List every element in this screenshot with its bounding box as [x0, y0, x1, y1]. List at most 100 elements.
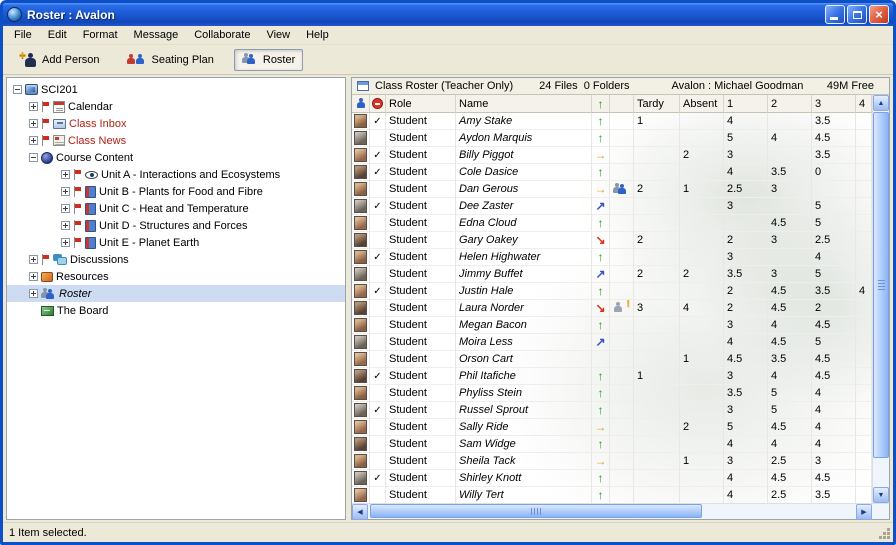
absent-cell [680, 436, 724, 453]
roster-row[interactable]: StudentMoira Less↗44.55 [352, 334, 872, 351]
vertical-scroll-thumb[interactable] [873, 112, 889, 458]
toolbar-button-label: Add Person [42, 54, 99, 66]
tree-item-unit-d-structures-and-forces[interactable]: Unit D - Structures and Forces [7, 217, 345, 234]
tree-expander[interactable] [61, 238, 70, 247]
tree-expander[interactable] [29, 255, 38, 264]
minimize-button[interactable] [825, 5, 845, 24]
tree-item-calendar[interactable]: Calendar [7, 98, 345, 115]
name-column-header[interactable]: Name [456, 95, 592, 113]
absent-cell: 2 [680, 147, 724, 164]
tree-expander[interactable] [61, 170, 70, 179]
roster-row[interactable]: StudentPhyliss Stein↑3.554 [352, 385, 872, 402]
tree-expander[interactable] [61, 204, 70, 213]
roster-row[interactable]: StudentAydon Marquis↑544.5 [352, 130, 872, 147]
roster-row[interactable]: StudentSam Widge↑444 [352, 436, 872, 453]
absent-column-header[interactable]: Absent [680, 95, 724, 113]
tree-expander[interactable] [61, 187, 70, 196]
horizontal-scroll-thumb[interactable] [370, 504, 702, 518]
assignment-1-column-header[interactable]: 1 [724, 95, 768, 113]
menu-edit[interactable]: Edit [40, 27, 75, 43]
assignment-4-column-header[interactable]: 4 [856, 95, 872, 113]
scroll-down-button[interactable]: ▼ [873, 487, 889, 503]
tree-expander[interactable] [29, 153, 38, 162]
horizontal-scrollbar[interactable]: ◀ ▶ [352, 503, 889, 519]
tree-expander[interactable] [29, 136, 38, 145]
scroll-up-button[interactable]: ▲ [873, 95, 889, 111]
tree-item-discussions[interactable]: Discussions [7, 251, 345, 268]
menu-file[interactable]: File [6, 27, 40, 43]
tree-item-label: Unit D - Structures and Forces [99, 220, 248, 232]
tree-item-class-inbox[interactable]: Class Inbox [7, 115, 345, 132]
roster-row[interactable]: ✓StudentDee Zaster↗35 [352, 198, 872, 215]
maximize-button[interactable] [847, 5, 867, 24]
assignment-3-column-header[interactable]: 3 [812, 95, 856, 113]
tree-item-sci201[interactable]: SCI201 [7, 81, 345, 98]
close-button[interactable]: × [869, 5, 889, 24]
roster-row[interactable]: ✓StudentRussel Sprout↑354 [352, 402, 872, 419]
tree-item-unit-a-interactions-and-ecosystems[interactable]: Unit A - Interactions and Ecosystems [7, 166, 345, 183]
grade-4-cell [856, 317, 872, 334]
roster-row[interactable]: ✓StudentPhil Itafiche↑1344.5 [352, 368, 872, 385]
roster-row[interactable]: ✓StudentBilly Piggot→233.5 [352, 147, 872, 164]
horizontal-scroll-track[interactable] [368, 504, 856, 519]
tree-item-class-news[interactable]: Class News [7, 132, 345, 149]
tardy-cell [634, 385, 680, 402]
role-column-header[interactable]: Role [386, 95, 456, 113]
menu-collaborate[interactable]: Collaborate [186, 27, 258, 43]
tree-item-unit-e-planet-earth[interactable]: Unit E - Planet Earth [7, 234, 345, 251]
roster-row[interactable]: ✓StudentHelen Highwater↑34 [352, 249, 872, 266]
menu-message[interactable]: Message [126, 27, 187, 43]
tree-expander[interactable] [29, 119, 38, 128]
tree-item-unit-b-plants-for-food-and-fibre[interactable]: Unit B - Plants for Food and Fibre [7, 183, 345, 200]
student-photo [354, 199, 367, 213]
roster-row[interactable]: ✓StudentCole Dasice↑43.50 [352, 164, 872, 181]
restricted-column-header[interactable] [370, 95, 386, 113]
tree-item-resources[interactable]: Resources [7, 268, 345, 285]
tree-item-roster[interactable]: Roster [7, 285, 345, 302]
tree-item-label: Unit E - Planet Earth [99, 237, 199, 249]
roster-row[interactable]: ✓StudentShirley Knott↑44.54.5 [352, 470, 872, 487]
roster-button[interactable]: Roster [234, 49, 303, 71]
roster-row[interactable]: StudentSheila Tack→132.53 [352, 453, 872, 470]
resize-grip[interactable] [878, 527, 890, 539]
attendance-check: ✓ [370, 402, 386, 419]
assignment-2-column-header[interactable]: 2 [768, 95, 812, 113]
roster-row[interactable]: ✓StudentJustin Hale↑24.53.54 [352, 283, 872, 300]
roster-row[interactable]: StudentOrson Cart14.53.54.5 [352, 351, 872, 368]
seating-plan-button[interactable]: Seating Plan [119, 49, 221, 71]
alert-column-header[interactable] [610, 95, 634, 113]
tree-item-unit-c-heat-and-temperature[interactable]: Unit C - Heat and Temperature [7, 200, 345, 217]
roster-row[interactable]: ✓StudentAmy Stake↑143.5 [352, 113, 872, 130]
tardy-column-header[interactable]: Tardy [634, 95, 680, 113]
tardy-cell [634, 198, 680, 215]
tree-item-course-content[interactable]: Course Content [7, 149, 345, 166]
tree-expander[interactable] [29, 102, 38, 111]
scroll-left-button[interactable]: ◀ [352, 504, 368, 520]
scroll-right-button[interactable]: ▶ [856, 504, 872, 520]
resources-icon [41, 272, 53, 282]
roster-row[interactable]: StudentEdna Cloud↑4.55 [352, 215, 872, 232]
tree-expander[interactable] [29, 289, 38, 298]
roster-row[interactable]: StudentLaura Norder↘!3424.52 [352, 300, 872, 317]
roster-row[interactable]: StudentSally Ride→254.54 [352, 419, 872, 436]
name-cell: Orson Cart [456, 351, 592, 368]
vertical-scrollbar[interactable]: ▲ ▼ [872, 95, 889, 503]
roster-row[interactable]: StudentJimmy Buffet↗223.535 [352, 266, 872, 283]
menu-view[interactable]: View [258, 27, 298, 43]
roster-row[interactable]: StudentWilly Tert↑42.53.5 [352, 487, 872, 503]
roster-row[interactable]: StudentGary Oakey↘2232.5 [352, 232, 872, 249]
absent-cell: 1 [680, 351, 724, 368]
menu-format[interactable]: Format [75, 27, 126, 43]
tree-item-the-board[interactable]: The Board [7, 302, 345, 319]
roster-row[interactable]: StudentDan Gerous→212.53 [352, 181, 872, 198]
tree-expander[interactable] [29, 272, 38, 281]
menu-help[interactable]: Help [298, 27, 337, 43]
avatar-column-header[interactable] [352, 95, 370, 113]
tree-expander[interactable] [61, 221, 70, 230]
tree-expander[interactable] [13, 85, 22, 94]
add-person-button[interactable]: +Add Person [13, 48, 107, 72]
trend-column-header[interactable]: ↑ [592, 95, 610, 113]
roster-row[interactable]: StudentMegan Bacon↑344.5 [352, 317, 872, 334]
vertical-scroll-track[interactable] [873, 111, 889, 487]
titlebar[interactable]: Roster : Avalon × [3, 3, 893, 26]
